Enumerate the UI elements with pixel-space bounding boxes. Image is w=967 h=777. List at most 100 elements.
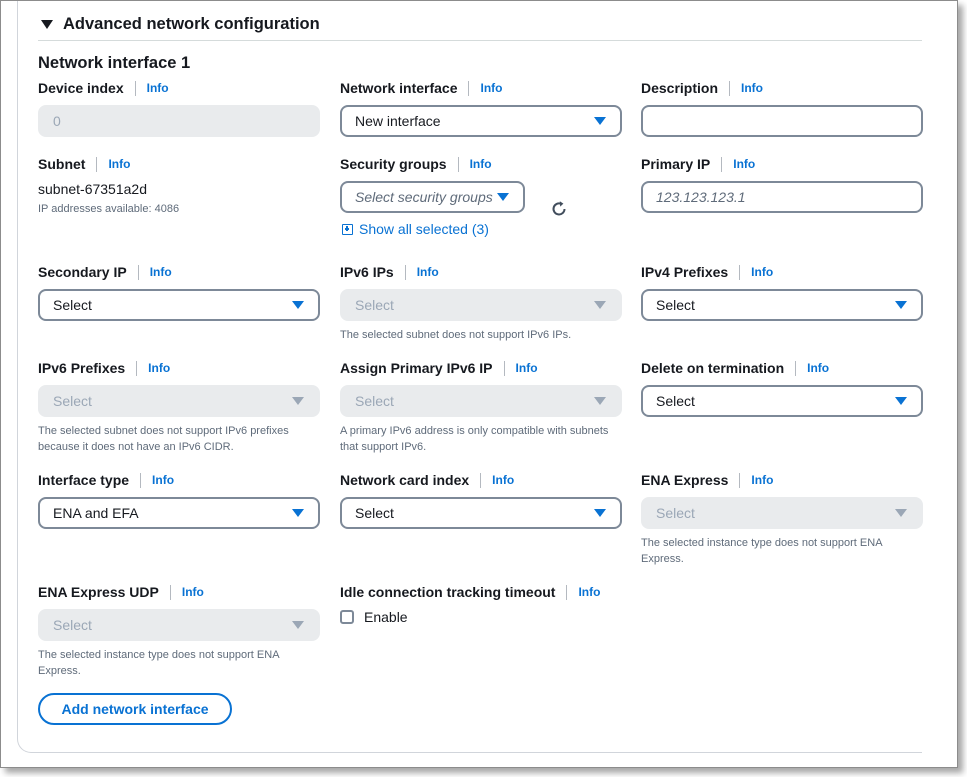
dropdown-caret-icon [594,117,606,125]
security-groups-select[interactable]: Select security groups [340,181,525,213]
caret-down-icon [41,20,53,29]
subnet-help: IP addresses available: 4086 [38,203,180,215]
ipv4-prefixes-value: Select [656,297,695,313]
ipv4-prefixes-field: IPv4 Prefixes Info Select [641,263,923,321]
enable-checkbox[interactable] [340,610,354,624]
ipv4-prefixes-label: IPv4 Prefixes [641,264,729,280]
primary-ip-placeholder: 123.123.123.1 [656,189,746,205]
secondary-ip-value: Select [53,297,92,313]
divider [721,156,723,172]
section-title: Advanced network configuration [63,15,320,33]
assign-primary-ipv6-select: Select [340,385,622,417]
device-index-value: 0 [53,113,61,129]
network-interface-info-link[interactable]: Info [480,81,502,95]
divider [457,156,459,172]
delete-on-termination-select[interactable]: Select [641,385,923,417]
divider [480,472,482,488]
idle-timeout-field: Idle connection tracking timeout Info En… [340,583,640,625]
divider [38,40,922,41]
ena-express-udp-select: Select [38,609,320,641]
expand-plus-icon [342,223,353,235]
network-card-index-select[interactable]: Select [340,497,622,529]
network-card-index-label: Network card index [340,472,470,488]
ena-express-label: ENA Express [641,472,729,488]
secondary-ip-select[interactable]: Select [38,289,320,321]
enable-checkbox-label: Enable [364,609,408,625]
show-all-selected-label: Show all selected (3) [359,221,489,237]
ipv6-prefixes-select: Select [38,385,320,417]
interface-type-select[interactable]: ENA and EFA [38,497,320,529]
interface-type-value: ENA and EFA [53,505,139,521]
ena-express-info-link[interactable]: Info [751,473,773,487]
network-interface-value: New interface [355,113,441,129]
dropdown-caret-icon [895,509,907,517]
dropdown-caret-icon [292,621,304,629]
interface-type-info-link[interactable]: Info [152,473,174,487]
assign-primary-ipv6-info-link[interactable]: Info [516,361,538,375]
idle-timeout-label: Idle connection tracking timeout [340,584,556,600]
dropdown-caret-icon [594,397,606,405]
subnet-info-link[interactable]: Info [108,157,130,171]
ena-express-udp-field: ENA Express UDP Info Select The selected… [38,583,320,679]
subnet-label: Subnet [38,156,86,172]
divider [404,264,406,280]
divider [739,264,741,280]
divider [566,584,568,600]
divider [795,360,797,376]
divider [136,360,138,376]
delete-on-termination-label: Delete on termination [641,360,785,376]
divider [503,360,505,376]
dropdown-caret-icon [497,193,509,201]
assign-primary-ipv6-field: Assign Primary IPv6 IP Info Select A pri… [340,359,622,455]
divider [137,264,139,280]
primary-ip-info-link[interactable]: Info [733,157,755,171]
secondary-ip-info-link[interactable]: Info [150,265,172,279]
ena-express-udp-info-link[interactable]: Info [182,585,204,599]
ipv6-ips-label: IPv6 IPs [340,264,394,280]
dropdown-caret-icon [292,509,304,517]
dropdown-caret-icon [594,509,606,517]
add-network-interface-button[interactable]: Add network interface [38,693,232,725]
description-field: Description Info [641,79,923,137]
network-card-index-info-link[interactable]: Info [492,473,514,487]
device-index-info-link[interactable]: Info [147,81,169,95]
dropdown-caret-icon [292,397,304,405]
assign-primary-ipv6-help: A primary IPv6 address is only compatibl… [340,425,609,453]
assign-primary-ipv6-label: Assign Primary IPv6 IP [340,360,493,376]
network-interface-select[interactable]: New interface [340,105,622,137]
primary-ip-input[interactable]: 123.123.123.1 [641,181,923,213]
refresh-icon[interactable] [549,199,569,219]
show-all-selected-link[interactable]: Show all selected (3) [342,221,489,237]
divider [96,156,98,172]
network-card-index-field: Network card index Info Select [340,471,622,529]
divider [739,472,741,488]
ena-express-udp-help: The selected instance type does not supp… [38,649,279,677]
security-groups-placeholder: Select security groups [355,189,493,205]
ipv6-prefixes-help: The selected subnet does not support IPv… [38,425,289,453]
advanced-network-config-toggle[interactable]: Advanced network configuration [41,15,320,34]
ipv6-ips-value: Select [355,297,394,313]
idle-timeout-enable-row[interactable]: Enable [340,609,640,625]
delete-on-termination-info-link[interactable]: Info [807,361,829,375]
assign-primary-ipv6-value: Select [355,393,394,409]
security-groups-info-link[interactable]: Info [470,157,492,171]
security-groups-label: Security groups [340,156,447,172]
network-interface-field: Network interface Info New interface [340,79,622,137]
primary-ip-field: Primary IP Info 123.123.123.1 [641,155,923,213]
divider [140,472,142,488]
ipv6-ips-select: Select [340,289,622,321]
ena-express-udp-label: ENA Express UDP [38,584,159,600]
ipv6-prefixes-info-link[interactable]: Info [148,361,170,375]
ipv4-prefixes-info-link[interactable]: Info [751,265,773,279]
dropdown-caret-icon [895,397,907,405]
description-input[interactable] [641,105,923,137]
ipv6-ips-field: IPv6 IPs Info Select The selected subnet… [340,263,622,343]
device-index-label: Device index [38,80,124,96]
description-info-link[interactable]: Info [741,81,763,95]
idle-timeout-info-link[interactable]: Info [578,585,600,599]
ipv4-prefixes-select[interactable]: Select [641,289,923,321]
ipv6-ips-help: The selected subnet does not support IPv… [340,329,572,341]
divider [134,80,136,96]
ipv6-ips-info-link[interactable]: Info [417,265,439,279]
secondary-ip-label: Secondary IP [38,264,127,280]
